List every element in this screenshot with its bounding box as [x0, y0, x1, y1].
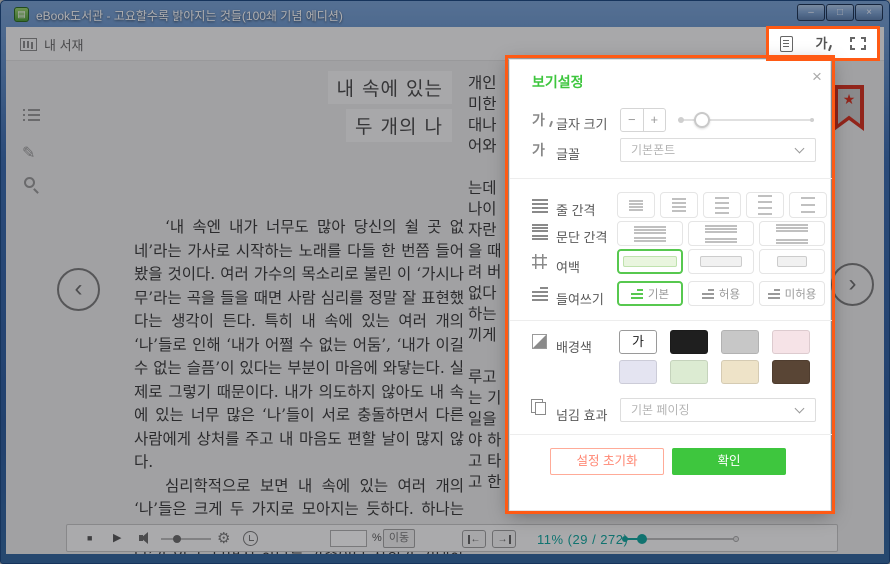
indent-lines-icon — [702, 288, 714, 300]
margin-option-1-selected[interactable] — [617, 249, 683, 274]
lines-icon — [634, 226, 666, 228]
paragraph-spacing-option-2[interactable] — [688, 221, 754, 246]
divider — [510, 434, 832, 435]
page-effect-select[interactable]: 기본 페이징 — [620, 398, 816, 422]
margin-preview — [777, 256, 807, 267]
font-family-value: 기본폰트 — [631, 139, 675, 161]
line-spacing-option-5[interactable] — [789, 192, 827, 218]
indent-option-allow[interactable]: 허용 — [688, 281, 754, 306]
indent-option-disallow[interactable]: 미허용 — [759, 281, 825, 306]
paragraph-spacing-icon — [532, 224, 548, 240]
reader-tool-icons: 가 — [769, 29, 877, 58]
chevron-down-icon — [795, 404, 805, 414]
line-spacing-option-1[interactable] — [617, 192, 655, 218]
lines-icon — [672, 198, 686, 200]
margin-icon — [532, 254, 548, 270]
app-window: ▤ eBook도서관 - 고요할수록 밝아지는 것들(100쇄 기념 에디션) … — [0, 0, 890, 564]
lines-icon — [715, 197, 729, 199]
indent-icon — [532, 286, 548, 302]
line-spacing-option-4[interactable] — [746, 192, 784, 218]
bg-swatch-lavender[interactable] — [619, 360, 657, 384]
slider-start-dot — [678, 117, 684, 123]
bg-swatch-white[interactable]: 가 — [619, 330, 657, 354]
indent-lines-icon — [768, 288, 780, 300]
font-family-select[interactable]: 기본폰트 — [620, 138, 816, 162]
bg-swatch-green[interactable] — [670, 360, 708, 384]
font-size-stepper[interactable]: − + — [620, 108, 666, 132]
chevron-down-icon — [795, 144, 805, 154]
view-settings-icon[interactable]: 가 — [816, 36, 828, 52]
background-color-icon — [532, 334, 547, 349]
paragraph-spacing-label: 문단 간격 — [556, 227, 607, 246]
line-spacing-label: 줄 간격 — [556, 200, 596, 219]
lines-icon — [629, 200, 643, 202]
margin-option-3[interactable] — [759, 249, 825, 274]
font-size-plus-button[interactable]: + — [644, 109, 666, 131]
lines-icon — [705, 225, 737, 227]
margin-label: 여백 — [556, 257, 580, 276]
paragraph-spacing-option-3[interactable] — [759, 221, 825, 246]
line-spacing-icon — [532, 198, 548, 214]
bg-swatch-cream[interactable] — [721, 360, 759, 384]
font-size-icon: 가 — [532, 112, 548, 128]
page-view-icon[interactable] — [780, 36, 793, 52]
view-settings-panel: 보기설정 × 가 글자 크기 − + 가 글꼴 기본폰트 줄 간격 문단 간격 — [509, 59, 831, 511]
paragraph-spacing-option-1[interactable] — [617, 221, 683, 246]
panel-title: 보기설정 — [532, 72, 584, 92]
divider — [510, 178, 832, 179]
font-size-knob[interactable] — [694, 112, 710, 128]
slider-end-dot — [810, 118, 814, 122]
bg-swatch-pink[interactable] — [772, 330, 810, 354]
indent-option-label: 미허용 — [785, 286, 817, 302]
indent-option-label: 기본 — [648, 286, 669, 302]
page-effect-icon — [535, 402, 546, 415]
indent-label: 들여쓰기 — [556, 289, 604, 308]
indent-option-label: 허용 — [719, 286, 740, 302]
panel-close-button[interactable]: × — [806, 66, 828, 88]
fullscreen-icon[interactable] — [850, 37, 866, 50]
line-spacing-option-2[interactable] — [660, 192, 698, 218]
font-family-label: 글꼴 — [556, 144, 580, 163]
lines-icon — [776, 224, 808, 226]
confirm-button[interactable]: 확인 — [672, 448, 786, 475]
bg-swatch-gray[interactable] — [721, 330, 759, 354]
lines-icon — [758, 195, 772, 197]
margin-option-2[interactable] — [688, 249, 754, 274]
lines-icon — [801, 197, 815, 199]
indent-lines-icon — [631, 288, 643, 300]
page-effect-label: 넘김 효과 — [556, 405, 607, 424]
page-effect-value: 기본 페이징 — [631, 399, 690, 421]
margin-preview — [623, 256, 677, 267]
margin-preview — [700, 256, 742, 267]
bg-swatch-black[interactable] — [670, 330, 708, 354]
line-spacing-option-3[interactable] — [703, 192, 741, 218]
font-family-icon: 가 — [532, 142, 548, 158]
divider — [510, 320, 832, 321]
font-size-label: 글자 크기 — [556, 114, 607, 133]
reset-settings-button[interactable]: 설정 초기화 — [550, 448, 664, 475]
font-size-minus-button[interactable]: − — [621, 109, 644, 131]
background-color-label: 배경색 — [556, 337, 592, 356]
bg-swatch-brown[interactable] — [772, 360, 810, 384]
indent-option-default-selected[interactable]: 기본 — [617, 281, 683, 306]
